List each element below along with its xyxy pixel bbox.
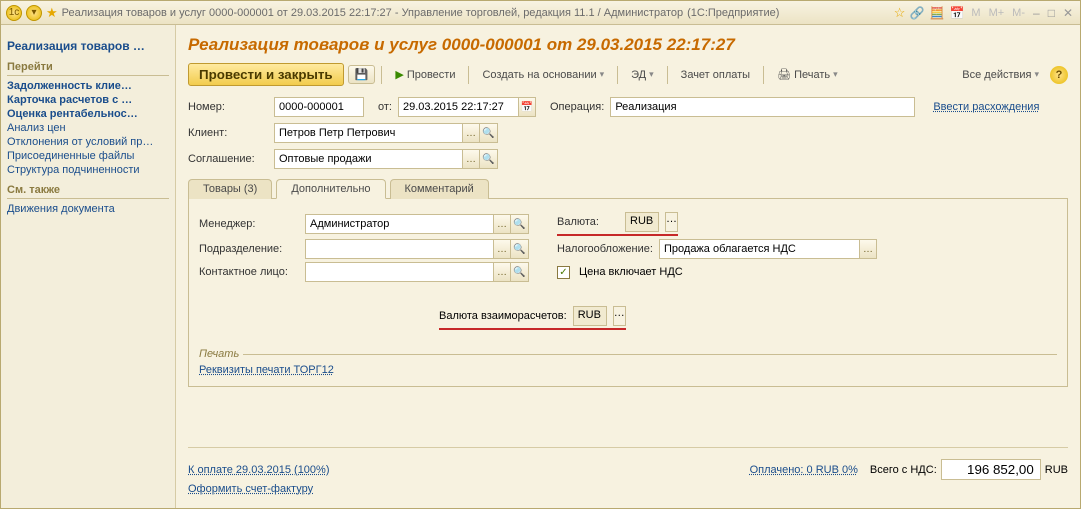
torg12-link[interactable]: Реквизиты печати ТОРГ12 (199, 364, 334, 376)
department-label: Подразделение: (199, 243, 299, 255)
m-button[interactable]: M (971, 7, 980, 19)
currency-label: Валюта: (557, 216, 619, 228)
nav-back-icon[interactable]: ▾ (26, 5, 42, 21)
sidebar-item-debt[interactable]: Задолженность клие… (7, 80, 169, 92)
post-button[interactable]: ▶ Провести (388, 65, 462, 84)
settlement-currency-select-icon[interactable]: … (613, 306, 626, 326)
m-minus-button[interactable]: M- (1012, 7, 1025, 19)
total-label: Всего с НДС: (870, 464, 937, 476)
maximize-icon[interactable]: □ (1048, 6, 1055, 20)
footer: К оплате 29.03.2015 (100%) Оплачено: 0 R… (188, 447, 1068, 498)
sidebar-item-doc-movements[interactable]: Движения документа (7, 203, 169, 215)
tax-label: Налогообложение: (557, 243, 653, 255)
print-button[interactable]: 🖨 Печать (770, 65, 845, 84)
agreement-field[interactable] (274, 149, 462, 169)
sidebar-section-nav: Перейти (7, 61, 169, 76)
total-value[interactable] (941, 459, 1041, 480)
operation-field[interactable] (610, 97, 915, 117)
sidebar-item-card[interactable]: Карточка расчетов с … (7, 94, 169, 106)
tax-field[interactable] (659, 239, 859, 259)
star-icon[interactable]: ☆ (894, 5, 906, 21)
sidebar-item-deviations[interactable]: Отклонения от условий пр… (7, 136, 169, 148)
tabs: Товары (3) Дополнительно Комментарий (188, 178, 1068, 199)
settlement-currency-value: RUB (573, 306, 607, 326)
invoice-link[interactable]: Оформить счет-фактуру (188, 483, 313, 495)
contact-label: Контактное лицо: (199, 266, 299, 278)
agreement-search-icon[interactable]: 🔍 (480, 149, 498, 169)
operation-label: Операция: (550, 101, 604, 113)
currency-select-icon[interactable]: … (665, 212, 678, 232)
contact-field[interactable] (305, 262, 493, 282)
all-actions-button[interactable]: Все действия (955, 66, 1046, 84)
number-label: Номер: (188, 101, 268, 113)
date-picker-icon[interactable]: 📅 (518, 97, 536, 117)
tab-comment[interactable]: Комментарий (390, 179, 489, 199)
window-title: Реализация товаров и услуг 0000-000001 о… (62, 7, 683, 19)
agreement-select-icon[interactable]: … (462, 149, 480, 169)
link-icon[interactable]: 🔗 (909, 5, 925, 21)
tab-body-additional: Менеджер: … 🔍 Валюта: RUB … Подразделени… (188, 199, 1068, 387)
favorite-icon[interactable]: ★ (46, 5, 58, 21)
sidebar-item-hierarchy[interactable]: Структура подчиненности (7, 164, 169, 176)
ed-button[interactable]: ЭД (624, 66, 661, 84)
create-on-basis-button[interactable]: Создать на основании (475, 66, 611, 84)
post-and-close-button[interactable]: Провести и закрыть (188, 63, 344, 86)
sidebar-item-price-analysis[interactable]: Анализ цен (7, 122, 169, 134)
price-includes-vat-checkbox[interactable]: ✓ (557, 266, 570, 279)
sidebar: Реализация товаров … Перейти Задолженнос… (1, 25, 176, 508)
paid-link[interactable]: Оплачено: 0 RUB 0% (750, 464, 858, 476)
client-select-icon[interactable]: … (462, 123, 480, 143)
help-icon[interactable]: ? (1050, 66, 1068, 84)
client-search-icon[interactable]: 🔍 (480, 123, 498, 143)
price-includes-vat-label: Цена включает НДС (579, 266, 683, 278)
minimize-icon[interactable]: – (1033, 6, 1040, 20)
m-plus-button[interactable]: M+ (989, 7, 1005, 19)
sidebar-item-profitability[interactable]: Оценка рентабельнос… (7, 108, 169, 120)
mode-label: (1С:Предприятие) (687, 7, 779, 19)
sidebar-item-attached-files[interactable]: Присоединенные файлы (7, 150, 169, 162)
close-icon[interactable]: ✕ (1063, 6, 1073, 20)
toolbar: Провести и закрыть 💾 ▶ Провести Создать … (188, 63, 1068, 86)
tax-select-icon[interactable]: … (859, 239, 877, 259)
offset-payment-button[interactable]: Зачет оплаты (674, 66, 757, 84)
number-field[interactable] (274, 97, 364, 117)
calendar-icon[interactable]: 📅 (949, 5, 965, 21)
agreement-label: Соглашение: (188, 153, 268, 165)
manager-label: Менеджер: (199, 218, 299, 230)
sidebar-section-seealso: См. также (7, 184, 169, 199)
titlebar: 1c ▾ ★ Реализация товаров и услуг 0000-0… (1, 1, 1080, 25)
department-select-icon[interactable]: … (493, 239, 511, 259)
client-label: Клиент: (188, 127, 268, 139)
manager-select-icon[interactable]: … (493, 214, 511, 234)
discrepancy-link[interactable]: Ввести расхождения (933, 101, 1039, 113)
total-currency: RUB (1045, 464, 1068, 476)
sidebar-heading: Реализация товаров … (7, 39, 169, 53)
contact-search-icon[interactable]: 🔍 (511, 262, 529, 282)
calculator-icon[interactable]: 🧮 (929, 5, 945, 21)
date-field[interactable] (398, 97, 518, 117)
manager-field[interactable] (305, 214, 493, 234)
department-search-icon[interactable]: 🔍 (511, 239, 529, 259)
contact-select-icon[interactable]: … (493, 262, 511, 282)
to-pay-link[interactable]: К оплате 29.03.2015 (100%) (188, 464, 330, 476)
content: Реализация товаров и услуг 0000-000001 о… (176, 25, 1080, 508)
app-logo-icon: 1c (6, 5, 22, 21)
date-label: от: (378, 101, 392, 113)
tab-additional[interactable]: Дополнительно (276, 179, 385, 199)
client-field[interactable] (274, 123, 462, 143)
currency-value: RUB (625, 212, 659, 232)
tab-products[interactable]: Товары (3) (188, 179, 272, 199)
manager-search-icon[interactable]: 🔍 (511, 214, 529, 234)
print-section-title: Печать (199, 348, 1057, 360)
page-title: Реализация товаров и услуг 0000-000001 о… (188, 35, 1068, 55)
department-field[interactable] (305, 239, 493, 259)
save-button[interactable]: 💾 (348, 65, 376, 84)
settlement-currency-label: Валюта взаиморасчетов: (439, 310, 567, 322)
